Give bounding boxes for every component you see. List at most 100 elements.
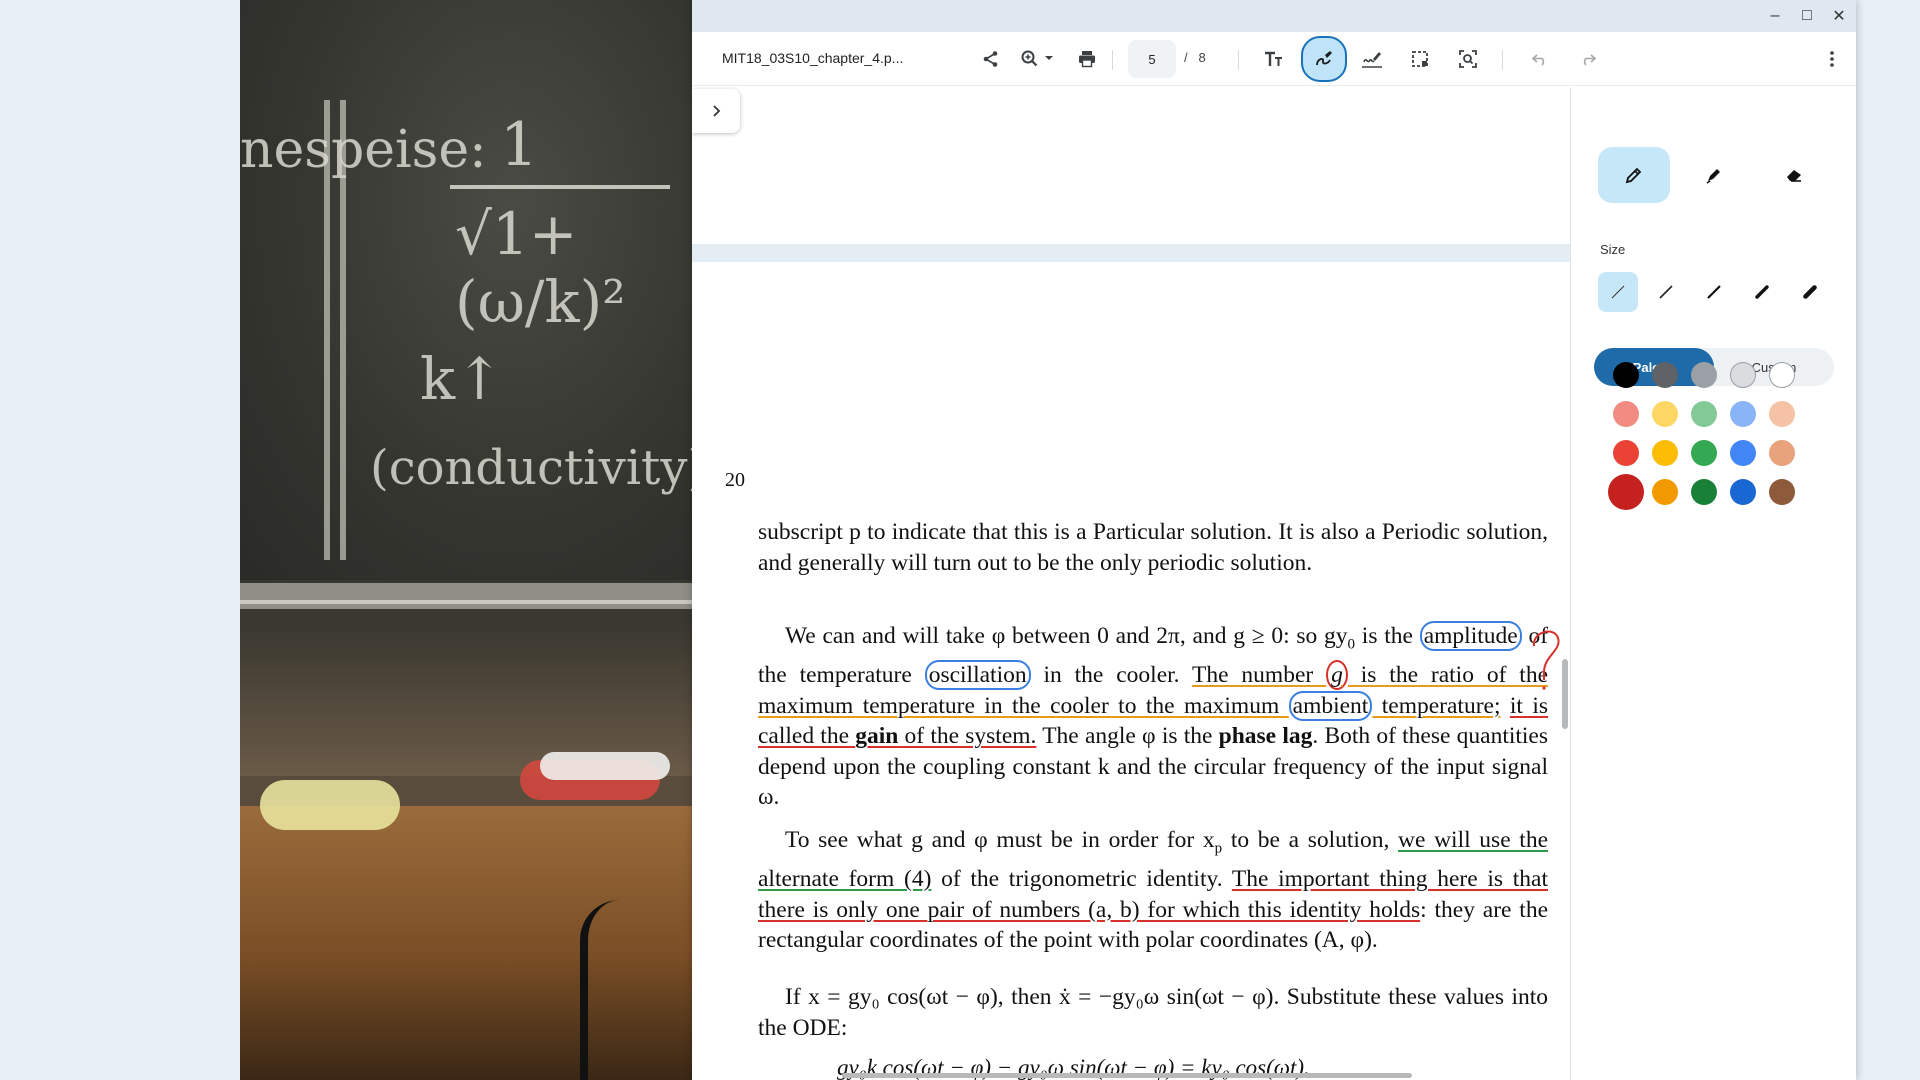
chalk-writing: nespeise: [240,120,487,180]
size-label: Size [1600,242,1626,257]
stroke-size-icon [1755,285,1769,299]
redo-icon[interactable] [1569,40,1607,78]
print-icon[interactable] [1068,40,1106,78]
annotation-circled-word: amplitude [1419,621,1522,651]
vertical-scrollbar[interactable] [1562,659,1568,729]
text-span: The angle φ is the [1036,723,1219,750]
zoom-icon[interactable] [1012,40,1064,78]
text-span: To see what g and φ must be in order for… [785,827,1215,853]
color-swatch[interactable] [1691,401,1717,427]
paragraph: subscript p to indicate that this is a P… [758,517,1548,578]
draw-icon[interactable] [1301,36,1347,82]
annotation-circled-g: g [1326,660,1348,691]
color-swatch[interactable] [1769,401,1795,427]
page-separator-gap [692,244,1570,262]
maximize-button[interactable]: □ [1794,4,1820,28]
color-swatch[interactable] [1769,362,1795,388]
text-span: of the trigonometric identity. [931,866,1232,893]
horizontal-scrollbar[interactable] [842,1073,1412,1078]
chalk-line [450,185,670,189]
total-pages: 8 [1198,50,1206,65]
color-swatch[interactable] [1608,474,1644,510]
color-swatch[interactable] [1613,362,1639,388]
paragraph-text: If x = gy₀ cos(ωt − φ), then ẋ = −gy₀ω s… [758,984,1548,1041]
color-swatch[interactable] [1652,362,1678,388]
more-icon[interactable] [1813,40,1851,78]
select-area-icon[interactable] [1401,40,1439,78]
signature-icon[interactable] [1353,40,1391,78]
size-option-2[interactable] [1646,272,1686,312]
stroke-size-icon [1659,285,1673,299]
annotation-underline-red: gain [855,723,899,750]
annotation-underline-orange: temperature; [1372,692,1501,719]
color-swatch[interactable] [1730,479,1756,505]
stroke-size-icon [1611,285,1625,299]
chalk-writing: √1+(ω/k)² [455,200,626,336]
page-number-input[interactable]: 5 [1128,40,1176,78]
eraser-icon [1787,170,1801,182]
stroke-size-icon [1803,285,1817,299]
paragraph: To see what g and φ must be in order for… [758,825,1548,956]
toolbar-separator [1112,50,1113,70]
size-option-1[interactable] [1598,272,1638,312]
annotation-circled-word: oscillation [924,660,1031,691]
annotation-underline-red: of the system. [898,723,1037,750]
color-swatch[interactable] [1613,401,1639,427]
toolbar-separator [1502,50,1503,70]
color-swatch[interactable] [1769,479,1795,505]
document-title: MIT18_03S10_chapter_4.p... [722,50,904,66]
annotation-underline-orange: The number [1192,662,1327,689]
close-button[interactable]: ✕ [1826,4,1852,28]
color-swatch[interactable] [1652,401,1678,427]
text-span: in the cooler. [1030,662,1193,689]
size-option-3[interactable] [1694,272,1734,312]
board-rail [240,583,692,609]
highlighter-tool-button[interactable] [1678,147,1750,203]
paragraph: We can and will take φ between 0 and 2π,… [758,621,1548,813]
minimize-button[interactable]: – [1762,4,1788,28]
color-swatch[interactable] [1769,440,1795,466]
color-swatch[interactable] [1691,479,1717,505]
background-video: nespeise: 1 √1+(ω/k)² k↑ (conductivity) [240,0,692,1080]
pen-tool-button[interactable] [1598,147,1670,203]
annotation-circled-word: ambient [1288,690,1373,721]
title-bar: – □ ✕ [692,0,1856,32]
color-swatch[interactable] [1691,440,1717,466]
text-icon[interactable] [1255,40,1293,78]
stroke-size-icon [1707,285,1721,299]
undo-icon[interactable] [1521,40,1559,78]
chalk-writing: k↑ [420,345,504,413]
paragraph: If x = gy₀ cos(ωt − φ), then ẋ = −gy₀ω s… [758,982,1548,1043]
bold-term: phase lag [1218,723,1313,750]
white-object [540,752,670,780]
color-swatch[interactable] [1730,440,1756,466]
pdf-viewer-window: – □ ✕ MIT18_03S10_chapter_4.p... 5 / 8 2… [692,0,1856,1080]
sidebar-toggle-button[interactable] [692,89,740,133]
toolbar-separator [1238,50,1239,70]
color-swatch[interactable] [1652,440,1678,466]
color-swatch[interactable] [1691,362,1717,388]
chalk-writing: 1 [500,110,539,180]
document-view[interactable]: 20 subscript p to indicate that this is … [692,87,1570,1080]
pen-icon [1625,167,1642,184]
page-number-label: 20 [725,469,745,491]
text-span: is the [1355,623,1420,649]
color-swatch[interactable] [1652,479,1678,505]
screenshot-search-icon[interactable] [1449,40,1487,78]
size-option-4[interactable] [1742,272,1782,312]
toolbar: MIT18_03S10_chapter_4.p... 5 / 8 [692,32,1856,86]
paragraph-text: subscript p to indicate that this is a P… [758,519,1548,576]
yellow-object [260,780,400,830]
highlighter-icon [1706,169,1720,184]
size-option-5[interactable] [1790,272,1830,312]
annotation-panel: Size Palette Custom [1570,87,1856,1080]
color-swatch[interactable] [1613,440,1639,466]
board-rail [240,600,692,604]
chalk-writing: (conductivity) [370,440,692,496]
color-swatch[interactable] [1730,401,1756,427]
share-icon[interactable] [972,40,1010,78]
text-span [1500,693,1509,719]
chevron-right-icon [713,105,721,117]
color-swatch[interactable] [1730,362,1756,388]
eraser-tool-button[interactable] [1758,147,1830,203]
